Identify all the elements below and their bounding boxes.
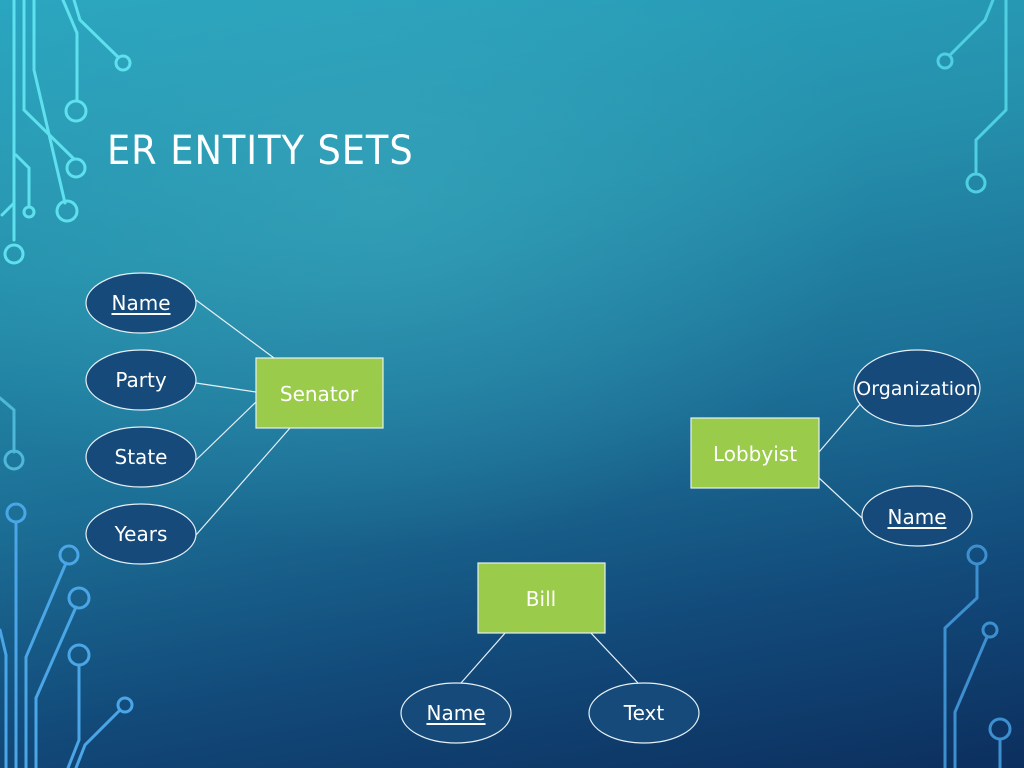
connector-senator-years — [195, 427, 291, 536]
attribute-senator-years-label: Years — [114, 522, 168, 546]
connector-lobbyist-name — [818, 477, 863, 519]
attribute-bill-text-label: Text — [623, 701, 665, 725]
attribute-lobbyist-name-label: Name — [887, 505, 947, 529]
attribute-senator-state-label: State — [114, 445, 168, 469]
attribute-senator-party-label: Party — [115, 368, 167, 392]
connector-bill-name — [460, 631, 507, 684]
attribute-bill-name-label: Name — [426, 701, 486, 725]
connector-senator-state — [195, 401, 257, 461]
connector-senator-party — [195, 382, 257, 393]
attribute-lobbyist-organization-label: Organization — [856, 378, 978, 400]
entity-lobbyist-label: Lobbyist — [712, 442, 798, 466]
connector-bill-text — [589, 631, 639, 684]
entity-bill-label: Bill — [525, 587, 557, 611]
entity-senator-label: Senator — [279, 382, 359, 406]
connector-lobbyist-organization — [818, 401, 863, 453]
connector-senator-name — [195, 299, 275, 359]
attribute-senator-name-label: Name — [111, 291, 171, 315]
